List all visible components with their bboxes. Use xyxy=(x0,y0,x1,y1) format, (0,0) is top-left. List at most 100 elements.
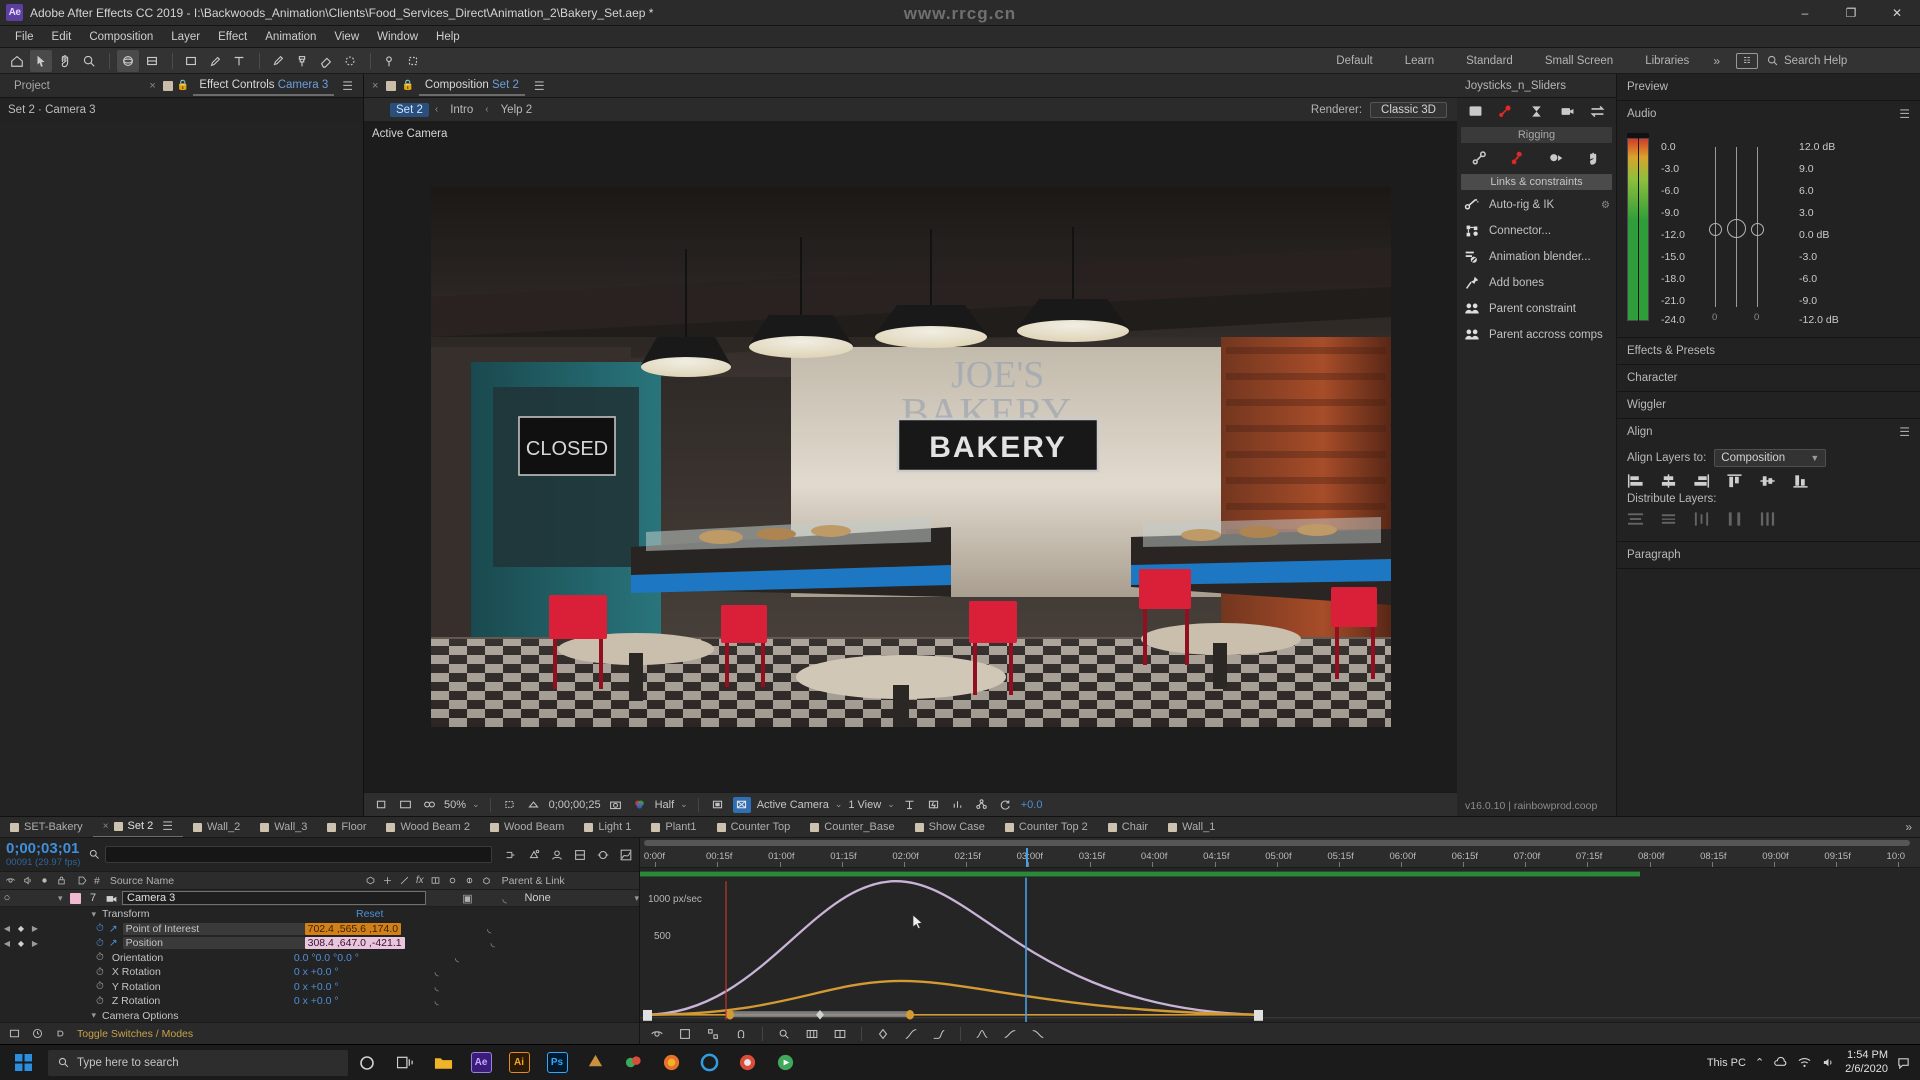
switch-frameblend-icon[interactable] xyxy=(430,875,441,886)
timeline-tab-11[interactable]: Show Case xyxy=(905,817,995,837)
slider-knob-right[interactable] xyxy=(1751,223,1764,236)
tab-project[interactable]: Project xyxy=(8,77,56,95)
property-value-2[interactable]: 0.0 °0.0 °0.0 ° xyxy=(294,952,359,964)
zoom-level-value[interactable]: 50% xyxy=(444,799,466,811)
panel-menu-icon[interactable]: ☰ xyxy=(342,79,353,93)
timeline-tab-7[interactable]: Light 1 xyxy=(574,817,641,837)
expression-pickwhip-3[interactable]: ◟ xyxy=(435,966,439,978)
distribute-bottom-icon[interactable] xyxy=(1693,511,1710,527)
timeline-tabs-overflow-icon[interactable]: » xyxy=(1897,820,1920,834)
pan-camera-icon[interactable] xyxy=(141,50,163,72)
tab-effect-controls[interactable]: Effect Controls Camera 3 xyxy=(193,76,335,96)
layer-parent-value[interactable]: None xyxy=(524,892,634,904)
timeline-scroll-thumb[interactable] xyxy=(644,840,1910,846)
prev-keyframe-icon-1[interactable]: ◀ xyxy=(0,939,14,948)
task-view-icon[interactable] xyxy=(386,1045,424,1080)
slider-knob-master[interactable] xyxy=(1727,219,1746,238)
joystick-item-parent-constraint[interactable]: Parent constraint xyxy=(1457,296,1616,322)
timeline-tab-4[interactable]: Floor xyxy=(317,817,376,837)
timeline-tab-13[interactable]: Chair xyxy=(1098,817,1158,837)
graph-editor-icon[interactable] xyxy=(619,848,633,862)
playhead-ruler[interactable] xyxy=(1026,848,1028,867)
note-icon[interactable] xyxy=(1467,103,1484,120)
exposure-value[interactable]: +0.0 xyxy=(1021,799,1043,811)
menu-composition[interactable]: Composition xyxy=(80,29,162,45)
views-dropdown-icon[interactable]: ⌄ xyxy=(887,799,895,810)
guide-layers-icon[interactable] xyxy=(973,797,991,813)
property-value-1[interactable]: 308.4 ,647.0 ,-421.1 xyxy=(304,937,405,950)
group-row-camera-options[interactable]: ▾ Camera Options xyxy=(0,1009,639,1023)
expression-pickwhip-1[interactable]: ◟ xyxy=(491,937,495,949)
toggle-switches-modes-label[interactable]: Toggle Switches / Modes xyxy=(77,1028,193,1040)
this-pc-label[interactable]: This PC xyxy=(1707,1057,1746,1069)
stopwatch-ic on-2[interactable]: ⏱ xyxy=(96,952,104,963)
timeline-tab-3[interactable]: Wall_3 xyxy=(250,817,317,837)
distribute-top-icon[interactable] xyxy=(1627,511,1644,527)
joystick-item-add-bones[interactable]: Add bones xyxy=(1457,270,1616,296)
workspace-layout-icon[interactable]: ☷ xyxy=(1736,52,1758,69)
hand-icon[interactable] xyxy=(1585,150,1602,167)
tab-composition[interactable]: Composition Set 2 xyxy=(418,76,525,96)
property-row-y-rotation[interactable]: ⏱ Y Rotation 0 x +0.0 ° ◟ xyxy=(0,980,639,995)
align-right-icon[interactable] xyxy=(1693,473,1710,489)
viewer-time-value[interactable]: 0;00;00;25 xyxy=(549,799,601,811)
selection-tool-icon[interactable] xyxy=(30,49,52,72)
zoom-tool-icon[interactable] xyxy=(78,50,100,72)
property-row-orientation[interactable]: ⏱ Orientation 0.0 °0.0 °0.0 ° ◟ xyxy=(0,951,639,966)
prev-keyframe-icon-0[interactable]: ◀ xyxy=(0,924,14,933)
ease-in-icon[interactable] xyxy=(932,1027,946,1041)
graph-toggle-icon-1[interactable]: ↗ xyxy=(109,937,118,949)
switch-fx-icon[interactable]: fx xyxy=(416,875,424,886)
property-row-z-rotation[interactable]: ⏱ Z Rotation 0 x +0.0 ° ◟ xyxy=(0,994,639,1009)
auto-zoom-icon[interactable] xyxy=(777,1027,791,1041)
transform-expand-arrow[interactable]: ▾ xyxy=(0,909,96,920)
share-view-axes-icon[interactable] xyxy=(901,797,919,813)
expression-pickwhip-4[interactable]: ◟ xyxy=(435,981,439,993)
audio-panel-menu-icon[interactable]: ☰ xyxy=(1899,107,1910,121)
roto-brush-icon[interactable] xyxy=(339,50,361,72)
swap-arrows-icon[interactable] xyxy=(1589,103,1606,120)
photoshop-icon[interactable]: Ps xyxy=(538,1045,576,1080)
media-encoder-icon[interactable] xyxy=(576,1045,614,1080)
align-left-icon[interactable] xyxy=(1627,473,1644,489)
illustrator-icon[interactable]: Ai xyxy=(500,1045,538,1080)
align-bottom-icon[interactable] xyxy=(1792,473,1809,489)
switch-quality-icon[interactable] xyxy=(399,875,410,886)
start-button[interactable] xyxy=(0,1045,46,1080)
paragraph-title[interactable]: Paragraph xyxy=(1617,542,1920,568)
new-comp-icon[interactable] xyxy=(8,1027,21,1040)
timeline-tab-2[interactable]: Wall_2 xyxy=(183,817,250,837)
gear-play-icon[interactable] xyxy=(1547,150,1564,167)
timeline-tab-5[interactable]: Wood Beam 2 xyxy=(376,817,480,837)
workspace-overflow-icon[interactable]: » xyxy=(1705,54,1728,68)
maximize-button[interactable]: ❐ xyxy=(1828,0,1874,26)
audio-level-sliders[interactable]: 0 0 xyxy=(1705,133,1791,323)
resolution-value[interactable]: Half xyxy=(655,799,675,811)
property-value-0[interactable]: 702.4 ,565.6 ,174.0 xyxy=(304,922,402,935)
puppet-pin-icon[interactable] xyxy=(378,50,400,72)
timeline-tab-9[interactable]: Counter Top xyxy=(707,817,801,837)
layer-name-field[interactable]: Camera 3 xyxy=(122,891,427,905)
expression-pickwhip-0[interactable]: ◟ xyxy=(487,923,491,935)
parent-pickwhip-icon[interactable]: ◟ xyxy=(502,892,524,905)
transform-reset-link[interactable]: Reset xyxy=(356,908,383,920)
workspace-learn[interactable]: Learn xyxy=(1389,55,1450,67)
tab-close-icon-1[interactable]: × xyxy=(103,821,109,832)
resolution-dropdown-icon[interactable]: ⌄ xyxy=(680,799,688,810)
lock-icon[interactable]: 🔒 xyxy=(177,80,189,91)
current-time-value[interactable]: 0;00;03;01 xyxy=(6,841,80,857)
menu-window[interactable]: Window xyxy=(368,29,427,45)
label-tag-icon[interactable] xyxy=(77,875,88,886)
layer-3d-switch[interactable]: ▣ xyxy=(432,892,502,905)
graph-transform-box-icon[interactable] xyxy=(706,1027,720,1041)
brush-tool-icon[interactable] xyxy=(267,50,289,72)
graph-show-properties-icon[interactable] xyxy=(650,1027,664,1041)
hide-shy-layers-icon[interactable] xyxy=(550,848,564,862)
adjust-exposure-icon[interactable] xyxy=(709,797,727,813)
bone-chain-icon[interactable] xyxy=(1471,150,1488,167)
keyframe-diamond-icon[interactable] xyxy=(876,1027,890,1041)
audio-icon[interactable] xyxy=(22,875,33,886)
eye-icon[interactable] xyxy=(5,875,16,886)
wiggler-title[interactable]: Wiggler xyxy=(1617,392,1920,418)
3d-glasses-icon[interactable] xyxy=(420,797,438,813)
